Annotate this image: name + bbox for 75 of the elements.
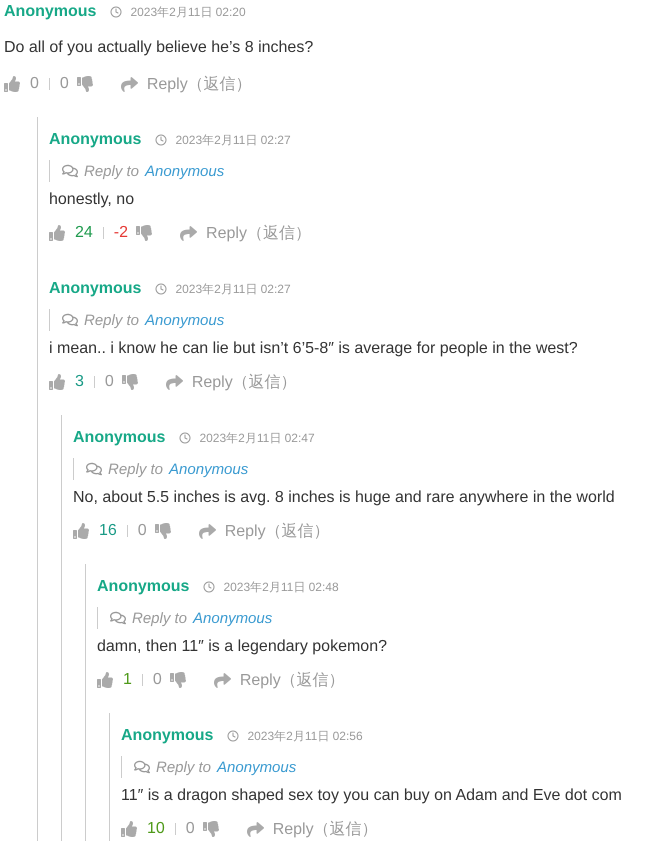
reply-link[interactable]: Reply（返信）	[146, 74, 252, 94]
thumbs-down-icon[interactable]	[170, 672, 186, 688]
reply-link[interactable]: Reply（返信）	[240, 670, 345, 690]
comment-author: Anonymous	[121, 727, 214, 745]
comment-author: Anonymous	[97, 578, 190, 596]
upvote-count: 24	[75, 224, 93, 242]
reply-arrow-icon[interactable]	[180, 224, 198, 242]
reply-link[interactable]: Reply（返信）	[192, 372, 297, 392]
upvote-count: 10	[147, 820, 165, 838]
clock-icon	[110, 6, 122, 18]
reply-arrow-icon[interactable]	[120, 76, 138, 92]
comment-body: damn, then 11″ is a legendary pokemon?	[97, 637, 388, 657]
thumbs-up-icon[interactable]	[49, 374, 65, 390]
reply-to-link[interactable]: Anonymous	[145, 312, 224, 328]
downvote-count: 0	[186, 820, 195, 838]
comments-icon	[86, 461, 102, 477]
comment-author: Anonymous	[49, 280, 142, 298]
comments-icon	[62, 312, 78, 328]
comment-body: i mean.. i know he can lie but isn’t 6’5-8″ is average for people in the west?	[49, 339, 579, 359]
comment-author: Anonymous	[49, 131, 142, 149]
clock-icon	[155, 283, 168, 295]
comment-author: Anonymous	[4, 3, 96, 21]
reply-arrow-icon[interactable]	[166, 374, 183, 390]
comment-date: 2023年2月11日 02:27	[175, 132, 291, 148]
thumbs-down-icon[interactable]	[202, 821, 219, 837]
upvote-count: 0	[30, 75, 39, 93]
comment-author: Anonymous	[73, 429, 166, 447]
downvote-count: 0	[60, 75, 69, 93]
downvote-count: -2	[114, 224, 128, 242]
thumbs-down-icon[interactable]	[154, 523, 171, 539]
thumbs-up-icon[interactable]	[97, 672, 113, 688]
thumbs-down-icon[interactable]	[136, 225, 152, 241]
reply-to-link[interactable]: Anonymous	[169, 460, 248, 478]
comments-icon	[62, 163, 78, 179]
downvote-count: 0	[152, 671, 162, 689]
reply-arrow-icon[interactable]	[214, 672, 231, 688]
comment-body: honestly, no	[49, 190, 136, 210]
thumbs-up-icon[interactable]	[4, 76, 20, 92]
thumbs-down-icon[interactable]	[122, 374, 138, 390]
reply-to-label: Reply to	[156, 758, 212, 776]
reply-arrow-icon[interactable]	[198, 522, 216, 540]
comment-date: 2023年2月11日 02:56	[247, 728, 363, 744]
reply-link[interactable]: Reply（返信）	[206, 222, 311, 244]
comment-body: 11″ is a dragon shaped sex toy you can buy on Adam and Eve dot com	[121, 786, 623, 806]
clock-icon	[227, 730, 240, 742]
comments-icon	[134, 759, 150, 775]
reply-to-link[interactable]: Anonymous	[193, 610, 272, 626]
upvote-count: 16	[99, 522, 117, 540]
upvote-count: 1	[123, 671, 132, 689]
comment-date: 2023年2月11日 02:20	[130, 4, 246, 20]
downvote-count: 0	[104, 373, 114, 391]
clock-icon	[179, 432, 192, 444]
reply-to-label: Reply to	[84, 312, 140, 328]
thumbs-up-icon[interactable]	[49, 225, 65, 241]
comment-date: 2023年2月11日 02:48	[223, 578, 339, 596]
reply-to-label: Reply to	[108, 460, 164, 478]
comment-body: Do all of you actually believe he’s 8 inches?	[4, 38, 314, 58]
reply-link[interactable]: Reply（返信）	[224, 520, 330, 542]
comments-icon	[110, 610, 126, 626]
comment-date: 2023年2月11日 02:27	[175, 280, 291, 298]
thumbs-down-icon[interactable]	[76, 76, 93, 92]
comment-date: 2023年2月11日 02:47	[199, 430, 315, 446]
clock-icon	[155, 134, 168, 146]
comment-body: No, about 5.5 inches is avg. 8 inches is huge and rare anywhere in the world	[73, 488, 616, 508]
thumbs-up-icon[interactable]	[73, 523, 89, 539]
upvote-count: 3	[75, 373, 84, 391]
reply-to-label: Reply to	[132, 610, 188, 626]
reply-arrow-icon[interactable]	[246, 820, 264, 838]
reply-to-label: Reply to	[84, 162, 140, 180]
reply-link[interactable]: Reply（返信）	[272, 818, 378, 840]
thumbs-up-icon[interactable]	[121, 821, 137, 837]
reply-to-link[interactable]: Anonymous	[217, 758, 296, 776]
reply-to-link[interactable]: Anonymous	[145, 162, 224, 180]
downvote-count: 0	[138, 522, 147, 540]
clock-icon	[203, 581, 216, 593]
